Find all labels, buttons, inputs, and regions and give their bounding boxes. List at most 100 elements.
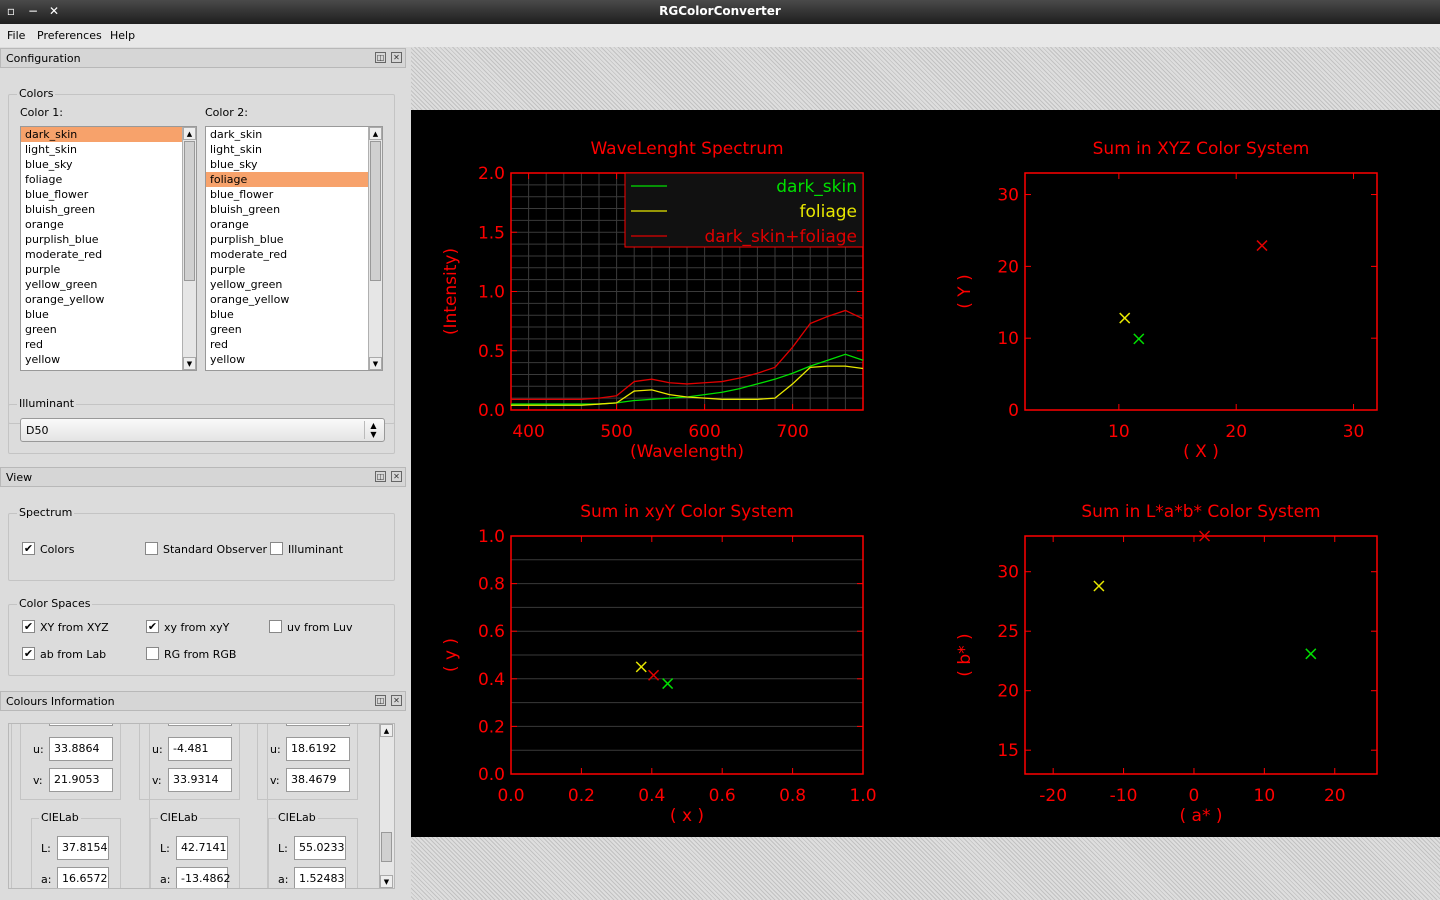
list-item[interactable]: blue xyxy=(206,307,382,322)
scatter-point xyxy=(1093,580,1105,592)
float-icon[interactable]: ◫ xyxy=(375,695,386,706)
uv-from-luv-checkbox[interactable] xyxy=(269,620,282,633)
list-item[interactable]: green xyxy=(206,322,382,337)
y-tick-label: 0.4 xyxy=(478,670,505,690)
l-field[interactable]: 37.8154 xyxy=(57,836,109,860)
list-item[interactable]: orange_yellow xyxy=(206,292,382,307)
y-tick-label: 1.0 xyxy=(478,283,505,303)
scroll-thumb[interactable] xyxy=(370,141,381,281)
list-item[interactable]: orange xyxy=(21,217,196,232)
list-item[interactable]: purple xyxy=(21,262,196,277)
y-tick-label: 2.0 xyxy=(478,164,505,184)
close-dock-icon[interactable]: ✕ xyxy=(391,695,402,706)
close-dock-icon[interactable]: ✕ xyxy=(391,52,402,63)
ab-from-lab-checkbox[interactable]: ✔ xyxy=(22,647,35,660)
list-item[interactable]: blue_sky xyxy=(21,157,196,172)
u-field[interactable]: 33.8864 xyxy=(49,737,113,761)
title-bar: ▫ − ✕ RGColorConverter xyxy=(0,0,1440,24)
float-icon[interactable]: ◫ xyxy=(375,52,386,63)
plot-canvas: WaveLenght Spectrum 400 500 600 700 0.0 0.5 1.0… xyxy=(411,110,1440,837)
menu-file[interactable]: File xyxy=(7,29,25,42)
scatter-point xyxy=(635,661,647,673)
spectrum-group-title: Spectrum xyxy=(17,506,75,519)
l-field[interactable]: 55.0233 xyxy=(294,836,346,860)
list-item[interactable]: purplish_blue xyxy=(21,232,196,247)
list-item[interactable]: orange_yellow xyxy=(21,292,196,307)
xy-from-xyz-checkbox[interactable]: ✔ xyxy=(22,620,35,633)
legend-label: dark_skin+foliage xyxy=(705,227,858,247)
menu-help[interactable]: Help xyxy=(110,29,135,42)
list-item[interactable]: red xyxy=(21,337,196,352)
x-tick-label: 0 xyxy=(1189,786,1200,806)
float-icon[interactable]: ◫ xyxy=(375,471,386,482)
scroll-down-icon[interactable]: ▼ xyxy=(369,357,382,370)
color1-list-scrollbar[interactable]: ▲ ▼ xyxy=(182,127,196,370)
list-item[interactable]: dark_skin xyxy=(21,127,196,142)
xy-from-xyy-checkbox[interactable]: ✔ xyxy=(146,620,159,633)
v-field[interactable]: 38.4679 xyxy=(286,768,350,792)
scroll-down-icon[interactable]: ▼ xyxy=(183,357,196,370)
scroll-down-icon[interactable]: ▼ xyxy=(380,875,393,888)
standard-observer-checkbox[interactable] xyxy=(145,542,158,555)
scroll-up-icon[interactable]: ▲ xyxy=(380,724,393,737)
scroll-up-icon[interactable]: ▲ xyxy=(369,127,382,140)
list-item[interactable]: moderate_red xyxy=(21,247,196,262)
color2-list[interactable]: dark_skin light_skin blue_sky foliage blue_f… xyxy=(205,126,383,371)
color2-list-scrollbar[interactable]: ▲ ▼ xyxy=(368,127,382,370)
y-tick-label: 25 xyxy=(997,622,1019,642)
colours-info-scroll-area[interactable]: u: 33.8864 v: 21.9053 CIELab L: 37.8154 a: 16.65… xyxy=(8,723,395,889)
list-item[interactable]: dark_skin xyxy=(206,127,382,142)
list-item[interactable]: blue_flower xyxy=(206,187,382,202)
list-item[interactable]: blue xyxy=(21,307,196,322)
x-axis-label: ( a* ) xyxy=(1180,806,1223,826)
l-field[interactable]: 42.7141 xyxy=(176,836,228,860)
a-field[interactable]: 1.52483 xyxy=(294,867,346,888)
x-tick-label: 20 xyxy=(1324,786,1346,806)
illuminant-select[interactable]: D50 ▲ ▼ xyxy=(20,418,385,442)
list-item[interactable]: orange xyxy=(206,217,382,232)
list-item[interactable]: light_skin xyxy=(206,142,382,157)
scroll-thumb[interactable] xyxy=(184,141,195,281)
list-item[interactable]: bluish_green xyxy=(206,202,382,217)
hidden-field[interactable] xyxy=(49,724,113,726)
list-item[interactable]: purplish_blue xyxy=(206,232,382,247)
list-item[interactable]: foliage xyxy=(21,172,196,187)
info-scrollbar[interactable]: ▲ ▼ xyxy=(379,724,394,888)
scroll-up-icon[interactable]: ▲ xyxy=(183,127,196,140)
list-item[interactable]: yellow xyxy=(21,352,196,367)
colors-checkbox[interactable]: ✔ xyxy=(22,542,35,555)
list-item[interactable]: moderate_red xyxy=(206,247,382,262)
scroll-thumb[interactable] xyxy=(381,832,392,862)
close-dock-icon[interactable]: ✕ xyxy=(391,471,402,482)
list-item[interactable]: purple xyxy=(206,262,382,277)
list-item[interactable]: yellow_green xyxy=(21,277,196,292)
y-tick-label: 0 xyxy=(1008,401,1019,421)
rg-from-rgb-checkbox[interactable] xyxy=(146,647,159,660)
illuminant-checkbox[interactable] xyxy=(270,542,283,555)
u-field[interactable]: -4.481 xyxy=(168,737,232,761)
scatter-point xyxy=(662,678,674,690)
cielab-title: CIELab xyxy=(276,811,318,824)
list-item[interactable]: yellow_green xyxy=(206,277,382,292)
menu-preferences[interactable]: Preferences xyxy=(37,29,102,42)
list-item[interactable]: blue_flower xyxy=(21,187,196,202)
x-axis-label: ( x ) xyxy=(670,806,704,826)
list-item[interactable]: bluish_green xyxy=(21,202,196,217)
hidden-field[interactable] xyxy=(168,724,232,726)
color1-list[interactable]: dark_skin light_skin blue_sky foliage blue_f… xyxy=(20,126,197,371)
v-field[interactable]: 33.9314 xyxy=(168,768,232,792)
list-item[interactable]: blue_sky xyxy=(206,157,382,172)
hidden-field[interactable] xyxy=(286,724,350,726)
list-item[interactable]: light_skin xyxy=(21,142,196,157)
color-spaces-group-title: Color Spaces xyxy=(17,597,93,610)
v-field[interactable]: 21.9053 xyxy=(49,768,113,792)
plot-frame xyxy=(1024,172,1378,411)
x-axis-label: ( X ) xyxy=(1183,442,1219,462)
list-item[interactable]: foliage xyxy=(206,172,382,187)
u-field[interactable]: 18.6192 xyxy=(286,737,350,761)
list-item[interactable]: red xyxy=(206,337,382,352)
list-item[interactable]: green xyxy=(21,322,196,337)
a-field[interactable]: -13.4862 xyxy=(176,867,230,888)
a-field[interactable]: 16.6572 xyxy=(57,867,109,888)
list-item[interactable]: yellow xyxy=(206,352,382,367)
